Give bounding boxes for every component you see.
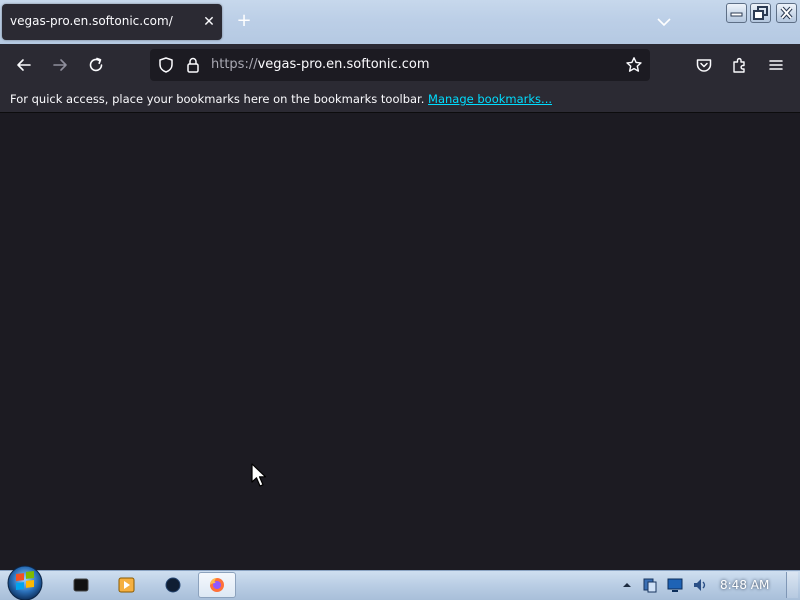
- show-desktop-button[interactable]: [786, 572, 798, 598]
- screen: vegas-pro.en.softonic.com/ ✕ + https://v…: [0, 0, 800, 600]
- tab-active[interactable]: vegas-pro.en.softonic.com/ ✕: [2, 4, 222, 40]
- taskbar-media-player[interactable]: [108, 572, 146, 598]
- terminal-icon: [73, 578, 89, 592]
- star-icon[interactable]: [624, 55, 644, 75]
- taskbar: 8:48 AM: [0, 565, 800, 600]
- minimize-icon: [730, 12, 743, 17]
- bookmarks-hint-text: For quick access, place your bookmarks h…: [10, 92, 425, 106]
- lock-icon[interactable]: [183, 55, 203, 75]
- url-text[interactable]: https://vegas-pro.en.softonic.com: [211, 57, 430, 72]
- app-circle-icon: [165, 577, 181, 593]
- tray-sound-icon[interactable]: [692, 577, 708, 593]
- pocket-icon[interactable]: [694, 55, 714, 75]
- media-player-icon: [118, 577, 135, 593]
- close-icon: [780, 6, 793, 20]
- start-button[interactable]: [6, 565, 44, 600]
- page-content[interactable]: [0, 113, 800, 570]
- close-window-button[interactable]: [776, 3, 797, 23]
- mouse-cursor-icon: [251, 463, 267, 487]
- minimize-button[interactable]: [726, 3, 747, 23]
- taskbar-app[interactable]: [154, 572, 192, 598]
- url-scheme: https://: [211, 57, 258, 72]
- tab-close-icon[interactable]: ✕: [200, 13, 218, 31]
- restore-icon: [753, 6, 768, 20]
- manage-bookmarks-link[interactable]: Manage bookmarks...: [428, 92, 552, 106]
- back-icon[interactable]: [14, 55, 34, 75]
- tab-title: vegas-pro.en.softonic.com/: [10, 14, 173, 28]
- tray-monitor-icon[interactable]: [667, 577, 683, 593]
- restore-button[interactable]: [750, 3, 771, 23]
- new-tab-icon[interactable]: +: [234, 11, 254, 31]
- reload-icon[interactable]: [86, 55, 106, 75]
- taskbar-firefox[interactable]: [198, 572, 236, 598]
- bookmarks-message: For quick access, place your bookmarks h…: [10, 92, 552, 106]
- url-host: vegas-pro.en.softonic.com: [257, 57, 430, 72]
- firefox-icon: [210, 578, 224, 592]
- address-bar[interactable]: https://vegas-pro.en.softonic.com: [150, 49, 650, 81]
- taskbar-terminal[interactable]: [62, 572, 100, 598]
- taskbar-clock[interactable]: 8:48 AM: [720, 578, 769, 592]
- extensions-icon[interactable]: [730, 55, 750, 75]
- tray-network-icon[interactable]: [642, 577, 658, 593]
- tab-strip: vegas-pro.en.softonic.com/ ✕ +: [0, 0, 800, 44]
- forward-icon[interactable]: [50, 55, 70, 75]
- tray-expand-icon[interactable]: [619, 577, 635, 593]
- list-all-tabs-icon[interactable]: [654, 12, 674, 32]
- menu-icon[interactable]: [766, 55, 786, 75]
- bookmarks-toolbar: For quick access, place your bookmarks h…: [0, 86, 800, 113]
- shield-icon[interactable]: [156, 55, 176, 75]
